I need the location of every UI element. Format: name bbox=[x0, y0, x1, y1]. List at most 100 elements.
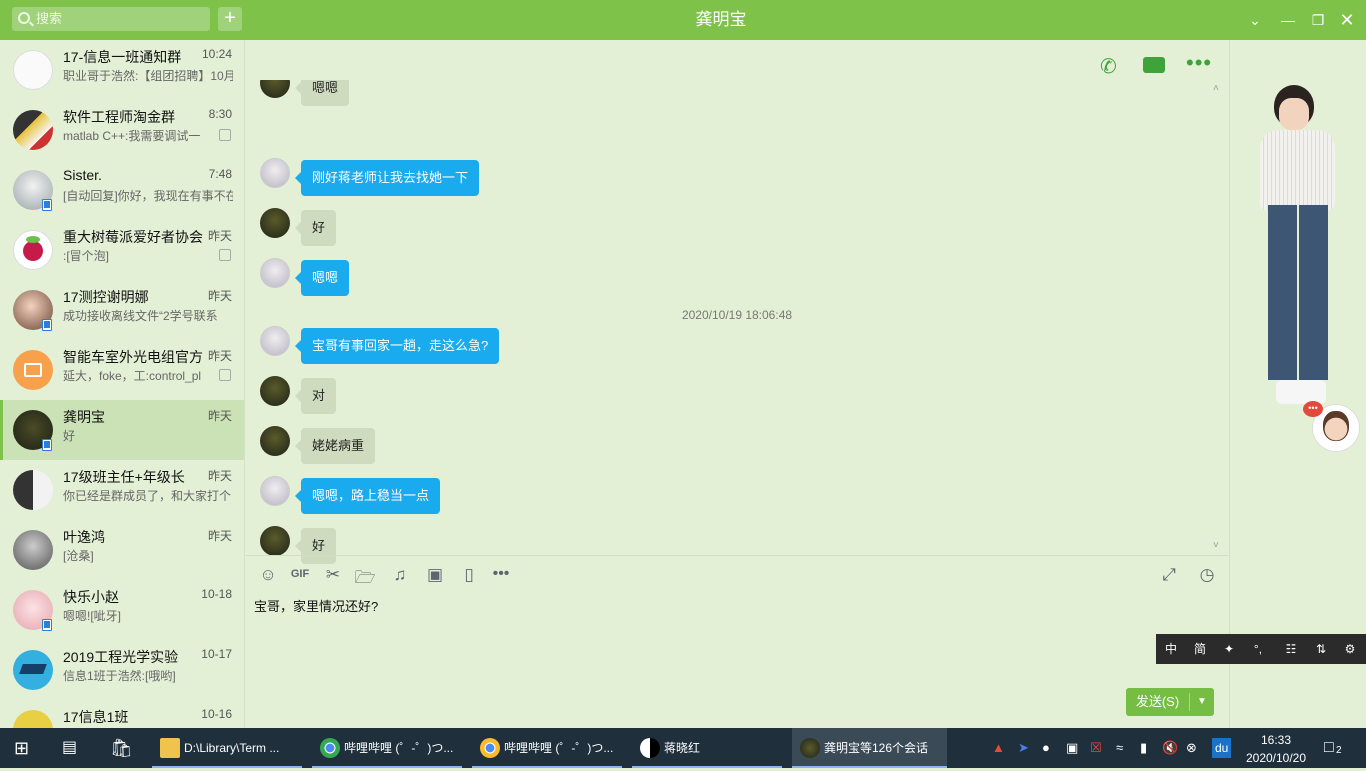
conversation-item[interactable]: 重大树莓派爱好者协会 昨天 :[冒个泡] bbox=[0, 220, 244, 280]
conversation-time: 昨天 bbox=[207, 229, 232, 243]
message-bubble: 姥姥病重 bbox=[294, 428, 376, 464]
message-list: 嗯嗯 刚好蒋老师让我去找她一下 好 嗯嗯 2020/10/19 18:06:48… bbox=[246, 80, 1228, 595]
ime-chinese-toggle[interactable]: 中 bbox=[1157, 634, 1185, 664]
avatar[interactable] bbox=[260, 326, 290, 356]
tray-close-icon[interactable]: ⊗ bbox=[1186, 728, 1197, 768]
conversation-preview: 延大，foke，工:control_pl bbox=[63, 369, 202, 383]
folder-icon[interactable]: 🗁 bbox=[354, 565, 376, 594]
close-icon[interactable]: ✕ bbox=[1337, 10, 1357, 30]
ime-keyboard-icon[interactable]: ☷ bbox=[1277, 634, 1305, 664]
chevron-down-icon[interactable]: ⌄ bbox=[1245, 10, 1265, 30]
chat-panel: ✆ ••• ˄ ˅ 嗯嗯 刚好蒋老师让我去找她一下 好 嗯嗯 2020/10/1… bbox=[246, 40, 1228, 728]
scissors-icon[interactable]: ✂ bbox=[322, 565, 344, 585]
message-bubble: 嗯嗯 bbox=[294, 260, 350, 296]
conversation-item[interactable]: 17-信息一班通知群 10:24 职业哥于浩然:【组团招聘】10月 bbox=[0, 40, 244, 100]
chrome-icon bbox=[480, 738, 500, 758]
taskbar-app-qq-active[interactable]: 龚明宝等126个会话 bbox=[792, 728, 947, 768]
conversation-item[interactable]: 17信息1班 10-16 bbox=[0, 700, 244, 728]
conversation-item[interactable]: 2019工程光学实验 10-17 信息1班于浩然:[哦哟] bbox=[0, 640, 244, 700]
conversation-preview: 嗯嗯![呲牙] bbox=[63, 609, 122, 623]
conversation-item[interactable]: 智能车室外光电组官方 昨天 延大，foke，工:control_pl bbox=[0, 340, 244, 400]
conversation-name: Sister. bbox=[63, 167, 102, 183]
notification-center-icon[interactable]: □ bbox=[1324, 728, 1334, 768]
clock-time: 16:33 bbox=[1260, 733, 1292, 747]
tray-app-icon[interactable]: ▲ bbox=[992, 728, 1005, 768]
conversation-item-selected[interactable]: 龚明宝 昨天 好 bbox=[0, 400, 244, 460]
expand-icon[interactable]: ⤢ bbox=[1158, 565, 1180, 585]
screen-shake-icon[interactable]: ▯ bbox=[458, 565, 480, 585]
more-tools-icon[interactable]: ••• bbox=[490, 565, 512, 583]
conversation-preview: matlab C++:我需要调试一 bbox=[63, 129, 201, 143]
conversation-time: 昨天 bbox=[207, 469, 232, 483]
avatar bbox=[13, 110, 53, 150]
raspberry-icon bbox=[23, 241, 43, 261]
taskbar-app-chrome[interactable]: 哔哩哔哩 (゜-゜)つ... bbox=[472, 728, 622, 768]
message-timestamp: 2020/10/19 18:06:48 bbox=[681, 308, 793, 322]
conversation-name: 龚明宝 bbox=[63, 409, 105, 425]
tray-network-error-icon[interactable]: ☒ bbox=[1090, 728, 1102, 768]
ime-tools-icon[interactable]: ⇅ bbox=[1307, 634, 1335, 664]
conversation-item[interactable]: 叶逸鸿 昨天 [沧桑] bbox=[0, 520, 244, 580]
mobile-device-icon bbox=[42, 199, 52, 211]
window-title: 龚明宝 bbox=[695, 10, 747, 29]
taskbar-app-contact[interactable]: 蒋晓红 bbox=[632, 728, 782, 768]
conversation-time: 10-16 bbox=[201, 707, 232, 721]
voice-call-icon[interactable]: ✆ bbox=[1100, 54, 1117, 79]
ime-settings-icon[interactable]: ⚙ bbox=[1336, 634, 1364, 664]
mute-icon bbox=[219, 249, 231, 261]
avatar[interactable] bbox=[260, 376, 290, 406]
conversation-item[interactable]: 快乐小赵 10-18 嗯嗯![呲牙] bbox=[0, 580, 244, 640]
qq-tray-icon[interactable]: ● bbox=[1042, 728, 1050, 768]
graduation-cap-icon bbox=[19, 664, 47, 674]
image-icon[interactable]: ▣ bbox=[424, 565, 446, 585]
conversation-name: 17级班主任+年级长 bbox=[63, 469, 185, 485]
clock[interactable]: 16:33 2020/10/20 bbox=[1244, 731, 1308, 771]
conversation-name: 17信息1班 bbox=[63, 709, 129, 725]
store-icon[interactable]: 🛍 bbox=[110, 728, 133, 768]
task-view-icon[interactable]: ▤ bbox=[62, 728, 77, 768]
tray-cursor-icon[interactable]: ➤ bbox=[1018, 728, 1029, 768]
ime-simplified-toggle[interactable]: 简 bbox=[1186, 634, 1214, 664]
gif-icon[interactable]: GIF bbox=[289, 568, 311, 580]
conversation-preview: 信息1班于浩然:[哦哟] bbox=[63, 669, 176, 683]
restore-icon[interactable]: ❐ bbox=[1308, 10, 1328, 30]
windows-start-icon[interactable]: ⊞ bbox=[14, 728, 29, 768]
conversation-item[interactable]: 17测控谢明娜 昨天 成功接收离线文件“2学号联系 bbox=[0, 280, 244, 340]
avatar[interactable] bbox=[260, 526, 290, 556]
chevron-down-icon[interactable]: ▼ bbox=[1190, 688, 1214, 716]
conversation-list: 17-信息一班通知群 10:24 职业哥于浩然:【组团招聘】10月 软件工程师淘… bbox=[0, 40, 245, 728]
avatar bbox=[13, 710, 53, 728]
emoji-icon[interactable]: ☺ bbox=[257, 565, 279, 585]
conversation-item[interactable]: 软件工程师淘金群 8:30 matlab C++:我需要调试一 bbox=[0, 100, 244, 160]
ime-skin-icon[interactable]: ✦ bbox=[1215, 634, 1243, 664]
baidu-input-icon[interactable]: du bbox=[1212, 738, 1232, 758]
video-call-icon[interactable] bbox=[1143, 53, 1165, 73]
tray-security-icon[interactable]: ▣ bbox=[1066, 728, 1078, 768]
avatar[interactable] bbox=[260, 426, 290, 456]
music-icon[interactable]: ♫ bbox=[389, 565, 411, 585]
conversation-time: 昨天 bbox=[207, 409, 232, 423]
avatar[interactable] bbox=[260, 476, 290, 506]
avatar[interactable] bbox=[260, 258, 290, 288]
minimize-icon[interactable]: — bbox=[1278, 10, 1298, 30]
message-bubble: 好 bbox=[294, 528, 337, 564]
chat-bubble-icon[interactable]: ••• bbox=[1303, 401, 1323, 417]
message-input[interactable]: 宝哥，家里情况还好? bbox=[254, 596, 378, 615]
history-icon[interactable]: ◷ bbox=[1196, 565, 1218, 585]
battery-icon[interactable]: ▮ bbox=[1140, 728, 1147, 768]
mobile-device-icon bbox=[42, 319, 52, 331]
send-button[interactable]: 发送(S) ▼ bbox=[1126, 688, 1214, 716]
wifi-icon[interactable]: ≈ bbox=[1116, 728, 1123, 768]
avatar[interactable] bbox=[260, 80, 290, 98]
conversation-item[interactable]: Sister. 7:48 [自动回复]你好，我现在有事不在 bbox=[0, 160, 244, 220]
volume-muted-icon[interactable]: 🔇 bbox=[1162, 728, 1178, 768]
taskbar-app-explorer[interactable]: D:\Library\Term ... bbox=[152, 728, 302, 768]
character-shoes bbox=[1276, 380, 1326, 404]
more-icon[interactable]: ••• bbox=[1186, 50, 1212, 76]
ime-punctuation-icon[interactable]: °, bbox=[1244, 634, 1272, 664]
avatar[interactable] bbox=[260, 158, 290, 188]
taskbar-app-chrome[interactable]: 哔哩哔哩 (゜-゜)つ... bbox=[312, 728, 462, 768]
conversation-item[interactable]: 17级班主任+年级长 昨天 你已经是群成员了，和大家打个 bbox=[0, 460, 244, 520]
conversation-time: 昨天 bbox=[207, 289, 232, 303]
avatar[interactable] bbox=[260, 208, 290, 238]
